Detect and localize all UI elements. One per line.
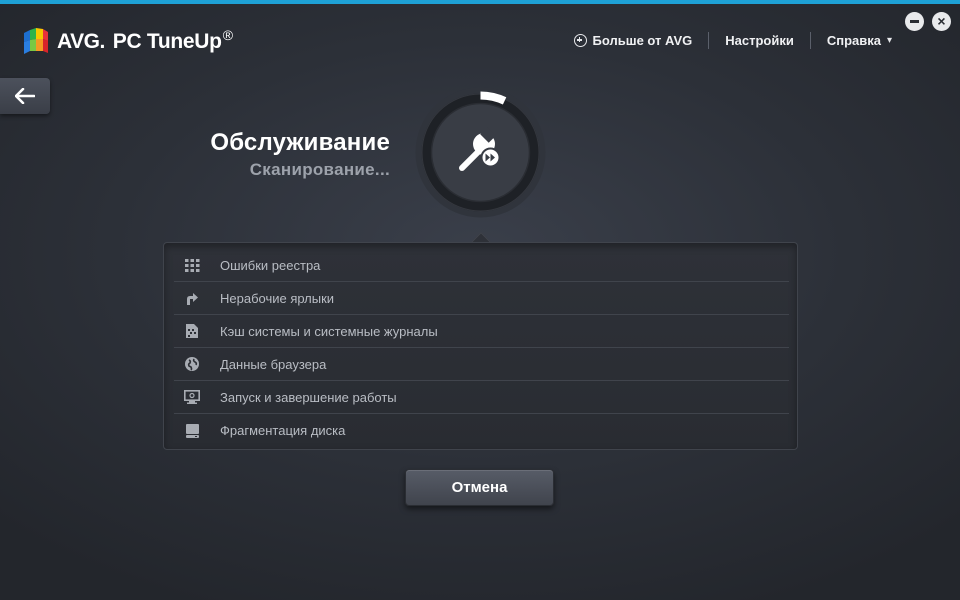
- product-name: PC TuneUp: [113, 30, 222, 54]
- scan-progress-ring: [414, 86, 547, 219]
- title-block: Обслуживание Сканирование...: [210, 129, 390, 180]
- globe-icon: [184, 356, 200, 372]
- page-title: Обслуживание: [210, 129, 390, 157]
- scan-item-label: Запуск и завершение работы: [220, 390, 397, 405]
- registered-mark: ®: [223, 27, 233, 43]
- scan-item-label: Ошибки реестра: [220, 258, 320, 273]
- scan-item-label: Фрагментация диска: [220, 423, 345, 438]
- scan-items-panel: Ошибки реестра Нерабочие ярлыки Кэш сист…: [163, 242, 798, 450]
- plus-circle-icon: [574, 34, 587, 47]
- scan-item-label: Данные браузера: [220, 357, 326, 372]
- settings-link[interactable]: Настройки: [708, 32, 810, 49]
- cancel-button[interactable]: Отмена: [405, 469, 554, 506]
- minimize-icon: [910, 20, 919, 23]
- more-from-avg-link[interactable]: Больше от AVG: [558, 32, 709, 49]
- shortcut-arrow-icon: [184, 290, 200, 306]
- chevron-down-icon: ▾: [887, 35, 892, 46]
- minimize-button[interactable]: [905, 12, 924, 31]
- disk-icon: [184, 423, 200, 439]
- scan-item-shortcuts: Нерабочие ярлыки: [174, 282, 789, 315]
- top-nav: Больше от AVG Настройки Справка ▾: [558, 30, 892, 50]
- registry-grid-icon: [184, 257, 200, 273]
- help-label: Справка: [827, 33, 881, 48]
- settings-label: Настройки: [725, 33, 794, 48]
- scan-item-label: Кэш системы и системные журналы: [220, 324, 438, 339]
- close-button[interactable]: ×: [932, 12, 951, 31]
- avg-flag-icon: [22, 27, 50, 57]
- help-menu[interactable]: Справка ▾: [810, 32, 892, 49]
- cache-file-icon: [184, 323, 200, 339]
- scan-item-startup: Запуск и завершение работы: [174, 381, 789, 414]
- more-from-avg-label: Больше от AVG: [593, 33, 693, 48]
- scan-item-defrag: Фрагментация диска: [174, 414, 789, 447]
- scan-item-label: Нерабочие ярлыки: [220, 291, 334, 306]
- scan-status: Сканирование...: [210, 160, 390, 180]
- arrow-left-icon: [15, 88, 35, 104]
- scan-item-registry: Ошибки реестра: [174, 249, 789, 282]
- monitor-icon: [184, 389, 200, 405]
- back-button[interactable]: [0, 78, 50, 114]
- scan-item-cache: Кэш системы и системные журналы: [174, 315, 789, 348]
- scan-item-browser: Данные браузера: [174, 348, 789, 381]
- close-icon: ×: [937, 14, 945, 28]
- avg-logo: AVG. PC TuneUp ®: [22, 26, 233, 58]
- brand-name: AVG.: [57, 30, 105, 54]
- top-accent-line: [0, 0, 960, 4]
